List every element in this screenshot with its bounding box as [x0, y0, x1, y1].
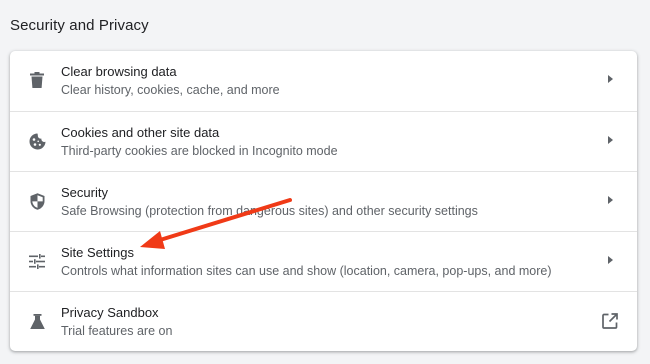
- row-label: Cookies and other site data: [61, 125, 220, 140]
- tune-sliders-icon: [28, 252, 46, 270]
- shield-icon: [28, 192, 46, 210]
- row-sublabel: Trial features are on: [61, 324, 173, 338]
- open-in-new-icon[interactable]: [601, 312, 619, 330]
- row-label: Site Settings: [61, 245, 134, 260]
- row-sublabel: Controls what information sites can use …: [61, 264, 552, 278]
- row-privacy-sandbox[interactable]: Privacy Sandbox Trial features are on: [10, 291, 637, 351]
- row-sublabel: Third-party cookies are blocked in Incog…: [61, 144, 338, 158]
- trash-icon: [28, 71, 46, 89]
- row-sublabel: Clear history, cookies, cache, and more: [61, 83, 280, 97]
- row-sublabel: Safe Browsing (protection from dangerous…: [61, 204, 478, 218]
- security-privacy-card: Clear browsing data Clear history, cooki…: [10, 51, 637, 351]
- row-security[interactable]: Security Safe Browsing (protection from …: [10, 171, 637, 231]
- section-title: Security and Privacy: [10, 17, 149, 34]
- flask-icon: [28, 312, 46, 330]
- settings-page: Security and Privacy Clear browsing data…: [0, 0, 650, 364]
- chevron-right-icon[interactable]: [608, 75, 613, 83]
- chevron-right-icon[interactable]: [608, 136, 613, 144]
- row-label: Clear browsing data: [61, 64, 177, 79]
- row-site-settings[interactable]: Site Settings Controls what information …: [10, 231, 637, 291]
- row-clear-browsing-data[interactable]: Clear browsing data Clear history, cooki…: [10, 51, 637, 111]
- row-cookies-site-data[interactable]: Cookies and other site data Third-party …: [10, 111, 637, 171]
- chevron-right-icon[interactable]: [608, 196, 613, 204]
- row-label: Security: [61, 185, 108, 200]
- chevron-right-icon[interactable]: [608, 256, 613, 264]
- cookie-icon: [28, 132, 46, 150]
- row-label: Privacy Sandbox: [61, 305, 159, 320]
